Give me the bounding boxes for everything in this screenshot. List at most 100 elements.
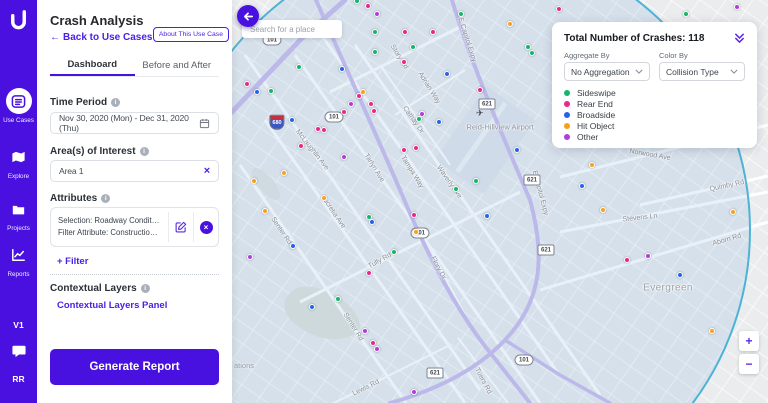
crash-dot[interactable] <box>373 345 380 352</box>
sidebar-item-use-cases[interactable]: Use Cases <box>0 88 37 124</box>
crash-dot[interactable] <box>578 182 585 189</box>
version-label[interactable]: V1 <box>0 320 37 330</box>
crash-dot[interactable] <box>295 63 302 70</box>
crash-dot[interactable] <box>253 88 260 95</box>
about-use-case-button[interactable]: About This Use Case <box>152 27 229 42</box>
color-by-select[interactable]: Collision Type <box>659 62 745 81</box>
crash-dot[interactable] <box>390 248 397 255</box>
crash-dot[interactable] <box>297 142 304 149</box>
crash-dot[interactable] <box>401 28 408 35</box>
crash-dot[interactable] <box>599 206 606 213</box>
crash-dot[interactable] <box>708 327 715 334</box>
crash-dot[interactable] <box>452 185 459 192</box>
calendar-icon[interactable] <box>199 118 210 129</box>
generate-report-button[interactable]: Generate Report <box>50 349 219 385</box>
legend-item-label: Sideswipe <box>577 87 616 98</box>
crash-dot[interactable] <box>410 388 417 395</box>
crash-dot[interactable] <box>308 303 315 310</box>
crash-dot[interactable] <box>347 100 354 107</box>
search-input[interactable] <box>242 24 342 34</box>
crash-dot[interactable] <box>340 108 347 115</box>
app-logo[interactable] <box>7 8 30 38</box>
crash-dot[interactable] <box>320 126 327 133</box>
crash-dot[interactable] <box>476 86 483 93</box>
crash-dot[interactable] <box>409 43 416 50</box>
sidebar-item-explore[interactable]: Explore <box>0 144 37 180</box>
crash-dot[interactable] <box>400 146 407 153</box>
crash-dot[interactable] <box>320 194 327 201</box>
crash-dot[interactable] <box>364 2 371 9</box>
crash-dot[interactable] <box>353 0 360 4</box>
crash-dot[interactable] <box>623 256 630 263</box>
crash-dot[interactable] <box>365 269 372 276</box>
crash-dot[interactable] <box>733 3 740 10</box>
edit-attribute-icon[interactable] <box>169 208 193 246</box>
crash-dot[interactable] <box>369 339 376 346</box>
clear-area-icon[interactable] <box>204 165 210 177</box>
crash-dot[interactable] <box>289 242 296 249</box>
collapse-panel-button[interactable] <box>237 5 259 27</box>
crash-dot[interactable] <box>412 144 419 151</box>
crash-dot[interactable] <box>314 125 321 132</box>
crash-dot[interactable] <box>371 48 378 55</box>
crash-dot[interactable] <box>410 211 417 218</box>
crash-dot[interactable] <box>588 161 595 168</box>
zoom-out-button[interactable]: − <box>739 354 759 374</box>
crash-dot[interactable] <box>261 207 268 214</box>
crash-dot[interactable] <box>528 49 535 56</box>
crash-dot[interactable] <box>513 146 520 153</box>
tab-dashboard[interactable]: Dashboard <box>50 55 135 76</box>
crash-dot[interactable] <box>676 271 683 278</box>
attribute-filter: Filter Attribute: Construction - Repai..… <box>58 228 161 237</box>
crash-dot[interactable] <box>338 65 345 72</box>
crash-dot[interactable] <box>288 116 295 123</box>
add-filter-link[interactable]: + Filter <box>57 256 88 267</box>
crash-dot[interactable] <box>280 169 287 176</box>
crash-dot[interactable] <box>267 87 274 94</box>
crash-dot[interactable] <box>429 28 436 35</box>
sidebar-item-projects[interactable]: Projects <box>0 196 37 232</box>
aggregate-by-label: Aggregate By <box>564 51 610 60</box>
remove-attribute-icon[interactable] <box>194 208 218 246</box>
crash-dot[interactable] <box>457 10 464 17</box>
back-to-use-cases-link[interactable]: Back to Use Cases <box>50 32 153 43</box>
crash-dot[interactable] <box>250 177 257 184</box>
crash-dot[interactable] <box>506 20 513 27</box>
crash-dot[interactable] <box>472 177 479 184</box>
collapse-legend-icon[interactable] <box>734 32 745 44</box>
crash-dot[interactable] <box>355 92 362 99</box>
crash-dot[interactable] <box>246 253 253 260</box>
crash-dot[interactable] <box>340 153 347 160</box>
tab-before-and-after[interactable]: Before and After <box>135 55 220 76</box>
crash-dot[interactable] <box>524 43 531 50</box>
crash-dot[interactable] <box>373 10 380 17</box>
crash-dot[interactable] <box>400 58 407 65</box>
crash-dot[interactable] <box>435 118 442 125</box>
crash-dot[interactable] <box>368 218 375 225</box>
crash-dot[interactable] <box>334 295 341 302</box>
user-initials[interactable]: RR <box>0 374 37 384</box>
contextual-layers-panel-link[interactable]: Contextual Layers Panel <box>57 300 167 311</box>
crash-dot[interactable] <box>415 115 422 122</box>
aggregate-by-select[interactable]: No Aggregation <box>564 62 650 81</box>
crash-dot[interactable] <box>729 208 736 215</box>
area-of-interest-field[interactable]: Area 1 <box>50 160 219 182</box>
crash-dot[interactable] <box>361 327 368 334</box>
crash-dot[interactable] <box>483 212 490 219</box>
zoom-in-button[interactable]: + <box>739 331 759 351</box>
crash-dot[interactable] <box>644 252 651 259</box>
crash-dot[interactable] <box>243 80 250 87</box>
crash-dot[interactable] <box>367 100 374 107</box>
crash-dot[interactable] <box>370 107 377 114</box>
crash-dot[interactable] <box>555 5 562 12</box>
crash-dot[interactable] <box>371 28 378 35</box>
arrow-left-icon <box>243 11 254 22</box>
crash-dot[interactable] <box>682 10 689 17</box>
folder-icon <box>6 196 32 222</box>
crash-dot[interactable] <box>412 228 419 235</box>
crash-dot[interactable] <box>443 70 450 77</box>
divider <box>50 274 219 275</box>
sidebar-item-reports[interactable]: Reports <box>0 242 37 278</box>
time-period-field[interactable]: Nov 30, 2020 (Mon) - Dec 31, 2020 (Thu) <box>50 112 219 134</box>
chat-icon[interactable] <box>0 344 37 358</box>
